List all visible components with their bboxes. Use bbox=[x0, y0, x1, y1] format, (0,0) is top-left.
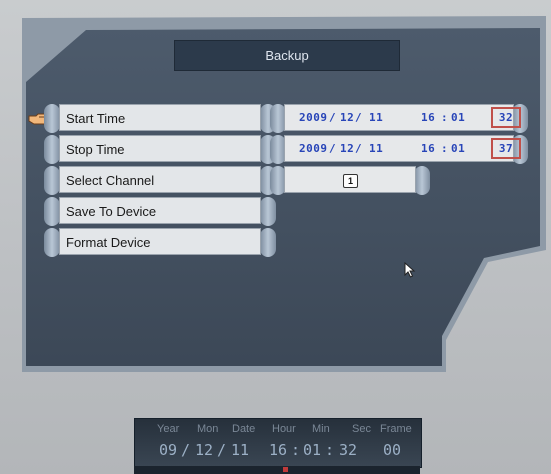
menu-item-label: Stop Time bbox=[59, 135, 261, 162]
stop-year[interactable]: 2009 bbox=[299, 142, 328, 155]
status-timebar: Year Mon Date Hour Min Sec Frame 09 / 12… bbox=[134, 418, 422, 468]
label-min: Min bbox=[312, 423, 330, 435]
label-date: Date bbox=[232, 423, 256, 435]
stop-second: 37 bbox=[498, 142, 514, 155]
channel-box: 1 bbox=[284, 166, 416, 193]
mouse-cursor-icon bbox=[404, 262, 416, 278]
label-frame: Frame bbox=[380, 423, 412, 435]
date-separator: / bbox=[355, 111, 363, 124]
start-second-box[interactable]: 32 bbox=[491, 107, 521, 128]
start-hour[interactable]: 16 bbox=[421, 111, 435, 124]
menu-item-stop-time[interactable]: Stop Time bbox=[44, 135, 276, 164]
menu-item-format-device[interactable]: Format Device bbox=[44, 228, 276, 257]
separator: / bbox=[217, 441, 227, 459]
menu-item-save-to-device[interactable]: Save To Device bbox=[44, 197, 276, 226]
stop-day[interactable]: 11 bbox=[369, 142, 383, 155]
separator: : bbox=[291, 441, 301, 459]
value-hour: 16 bbox=[269, 441, 288, 459]
label-hour: Hour bbox=[272, 423, 296, 435]
start-time-box: 2009 / 12 / 11 16 : 01 32 bbox=[284, 104, 521, 131]
timebar-values: 09 / 12 / 11 16 : 01 : 32 00 bbox=[135, 441, 421, 461]
menu-item-label: Start Time bbox=[59, 104, 261, 131]
indicator-dot bbox=[283, 467, 288, 472]
stop-time-field[interactable]: 2009 / 12 / 11 16 : 01 37 bbox=[270, 135, 528, 164]
menu-item-label: Select Channel bbox=[59, 166, 261, 193]
stop-time-box: 2009 / 12 / 11 16 : 01 37 bbox=[284, 135, 521, 162]
stop-hour[interactable]: 16 bbox=[421, 142, 435, 155]
channel-selector[interactable]: 1 bbox=[270, 166, 430, 195]
dvr-screen: { "window": {"title": "Backup"}, "menu":… bbox=[0, 0, 551, 474]
stop-second-box[interactable]: 37 bbox=[491, 138, 521, 159]
menu-cap-left bbox=[44, 197, 60, 226]
date-separator: / bbox=[329, 111, 337, 124]
value-sec: 32 bbox=[339, 441, 358, 459]
stop-minute[interactable]: 01 bbox=[451, 142, 465, 155]
label-sec: Sec bbox=[352, 423, 371, 435]
start-year[interactable]: 2009 bbox=[299, 111, 328, 124]
menu-cap-left bbox=[44, 104, 60, 133]
stop-month[interactable]: 12 bbox=[340, 142, 354, 155]
time-separator: : bbox=[441, 142, 449, 155]
menu-cap-left bbox=[44, 135, 60, 164]
menu-cap-left bbox=[44, 166, 60, 195]
value-min: 01 bbox=[303, 441, 322, 459]
menu-item-label: Format Device bbox=[59, 228, 261, 255]
start-second: 32 bbox=[498, 111, 514, 124]
menu-cap-left bbox=[44, 228, 60, 257]
time-separator: : bbox=[441, 111, 449, 124]
channel-value[interactable]: 1 bbox=[343, 174, 358, 188]
start-time-field[interactable]: 2009 / 12 / 11 16 : 01 32 bbox=[270, 104, 528, 133]
value-cap-right bbox=[414, 166, 430, 195]
window-title: Backup bbox=[174, 40, 400, 71]
start-day[interactable]: 11 bbox=[369, 111, 383, 124]
value-mon: 12 bbox=[195, 441, 214, 459]
menu-cap-right bbox=[260, 197, 276, 226]
menu-item-label: Save To Device bbox=[59, 197, 261, 224]
start-minute[interactable]: 01 bbox=[451, 111, 465, 124]
timebar-labels: Year Mon Date Hour Min Sec Frame bbox=[135, 423, 421, 437]
value-year: 09 bbox=[159, 441, 178, 459]
label-year: Year bbox=[157, 423, 180, 435]
separator: : bbox=[325, 441, 335, 459]
start-month[interactable]: 12 bbox=[340, 111, 354, 124]
separator: / bbox=[181, 441, 191, 459]
date-separator: / bbox=[329, 142, 337, 155]
date-separator: / bbox=[355, 142, 363, 155]
label-mon: Mon bbox=[197, 423, 219, 435]
bottom-strip bbox=[134, 466, 420, 474]
menu-item-select-channel[interactable]: Select Channel bbox=[44, 166, 276, 195]
value-date: 11 bbox=[231, 441, 250, 459]
menu-item-start-time[interactable]: Start Time bbox=[44, 104, 276, 133]
menu-cap-right bbox=[260, 228, 276, 257]
value-frame: 00 bbox=[383, 441, 402, 459]
